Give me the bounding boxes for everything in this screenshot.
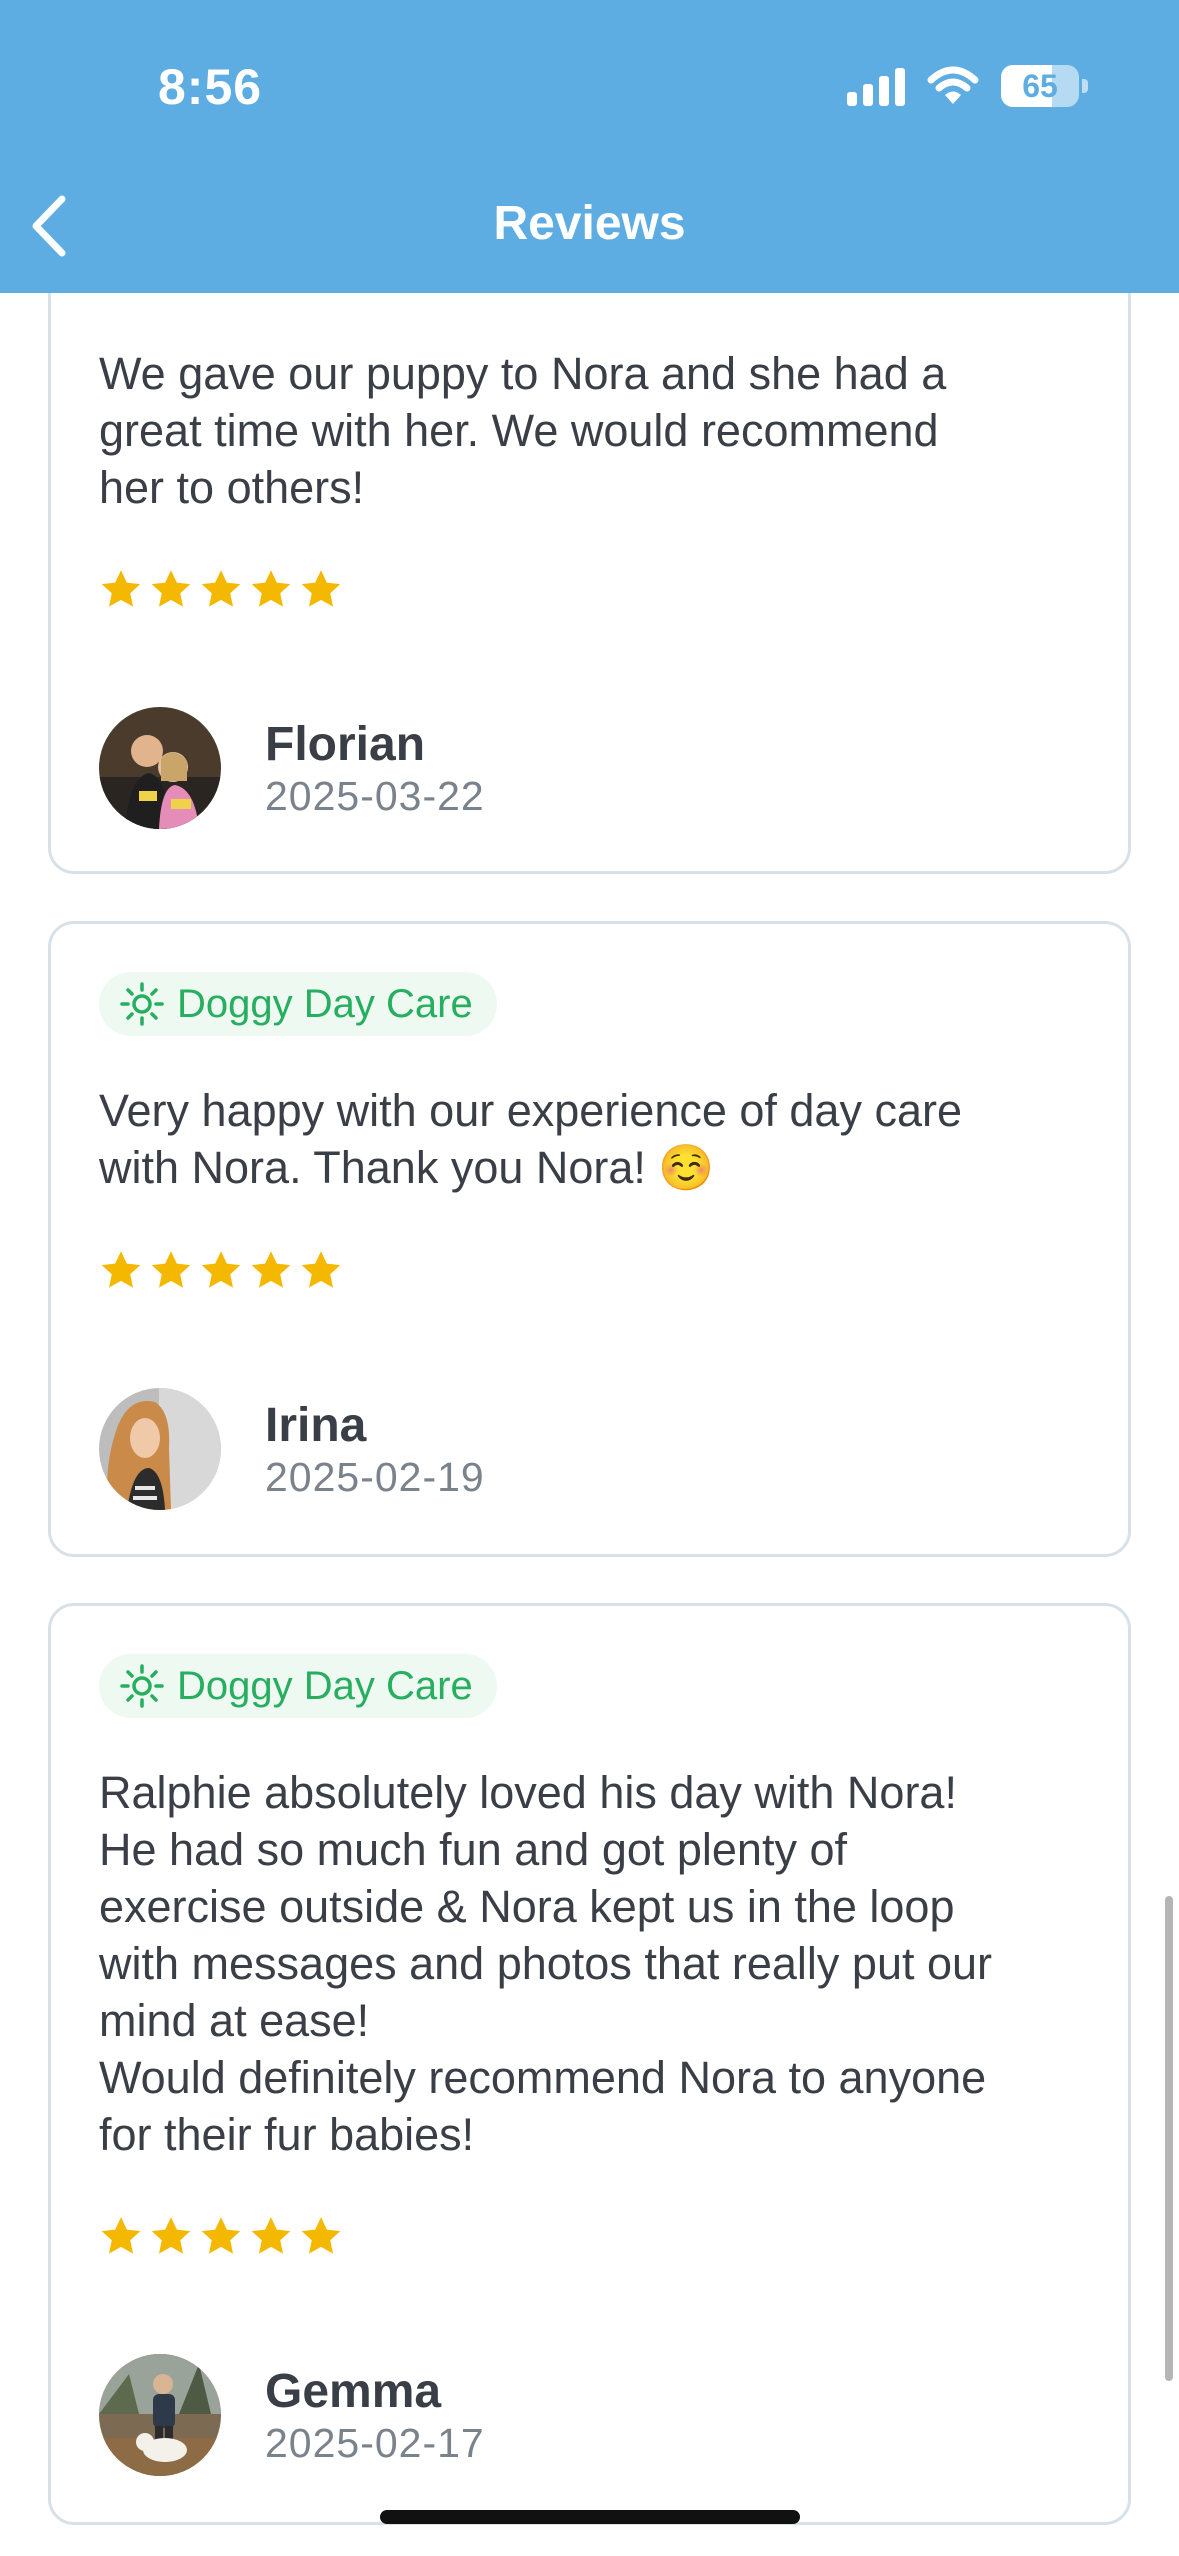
review-card: We gave our puppy to Nora and she had a …	[48, 230, 1131, 874]
star-icon	[151, 2217, 191, 2254]
star-rating	[99, 567, 343, 611]
review-text: We gave our puppy to Nora and she had a …	[99, 348, 947, 513]
star-icon	[151, 570, 191, 607]
review-text: Ralphie absolutely loved his day with No…	[99, 1767, 993, 2160]
star-icon	[251, 1251, 291, 1288]
review-date: 2025-02-19	[265, 1454, 485, 1500]
service-badge: Doggy Day Care	[99, 1654, 497, 1718]
review-card: Doggy Day Care Ralphie absolutely loved …	[48, 1603, 1131, 2525]
star-rating	[99, 1248, 343, 1292]
service-badge: Doggy Day Care	[99, 972, 497, 1036]
status-icons: 65	[847, 64, 1088, 108]
sun-icon	[120, 982, 164, 1026]
review-card: Doggy Day Care Very happy with our exper…	[48, 921, 1131, 1557]
reviewer-name: Irina	[265, 1399, 367, 1452]
cellular-signal-icon	[847, 66, 905, 106]
star-icon	[301, 570, 341, 607]
avatar	[99, 1388, 221, 1510]
star-icon	[301, 2217, 341, 2254]
status-time: 8:56	[158, 59, 263, 115]
home-indicator[interactable]	[380, 2510, 800, 2524]
reviewer-name: Gemma	[265, 2365, 442, 2418]
star-rating	[99, 2214, 343, 2258]
reviewer-name: Florian	[265, 718, 426, 771]
star-icon	[151, 1251, 191, 1288]
star-icon	[201, 570, 241, 607]
page-title: Reviews	[493, 197, 686, 250]
star-icon	[201, 1251, 241, 1288]
top-bar: 8:56 65 Reviews	[0, 0, 1179, 293]
review-date: 2025-02-17	[265, 2420, 485, 2466]
star-icon	[251, 570, 291, 607]
star-icon	[101, 1251, 141, 1288]
star-icon	[301, 1251, 341, 1288]
sun-icon	[120, 1664, 164, 1708]
review-date: 2025-03-22	[265, 773, 485, 819]
star-icon	[101, 570, 141, 607]
star-icon	[201, 2217, 241, 2254]
avatar	[99, 2354, 221, 2476]
star-icon	[251, 2217, 291, 2254]
scrollbar[interactable]	[1165, 1896, 1173, 2381]
service-label: Doggy Day Care	[177, 1663, 473, 1708]
avatar	[99, 707, 221, 829]
wifi-icon	[927, 66, 979, 104]
service-label: Doggy Day Care	[177, 981, 473, 1026]
review-text: Very happy with our experience of day ca…	[99, 1085, 962, 1193]
star-icon	[101, 2217, 141, 2254]
battery-level: 65	[1022, 67, 1058, 104]
battery-icon: 65	[1001, 65, 1088, 107]
